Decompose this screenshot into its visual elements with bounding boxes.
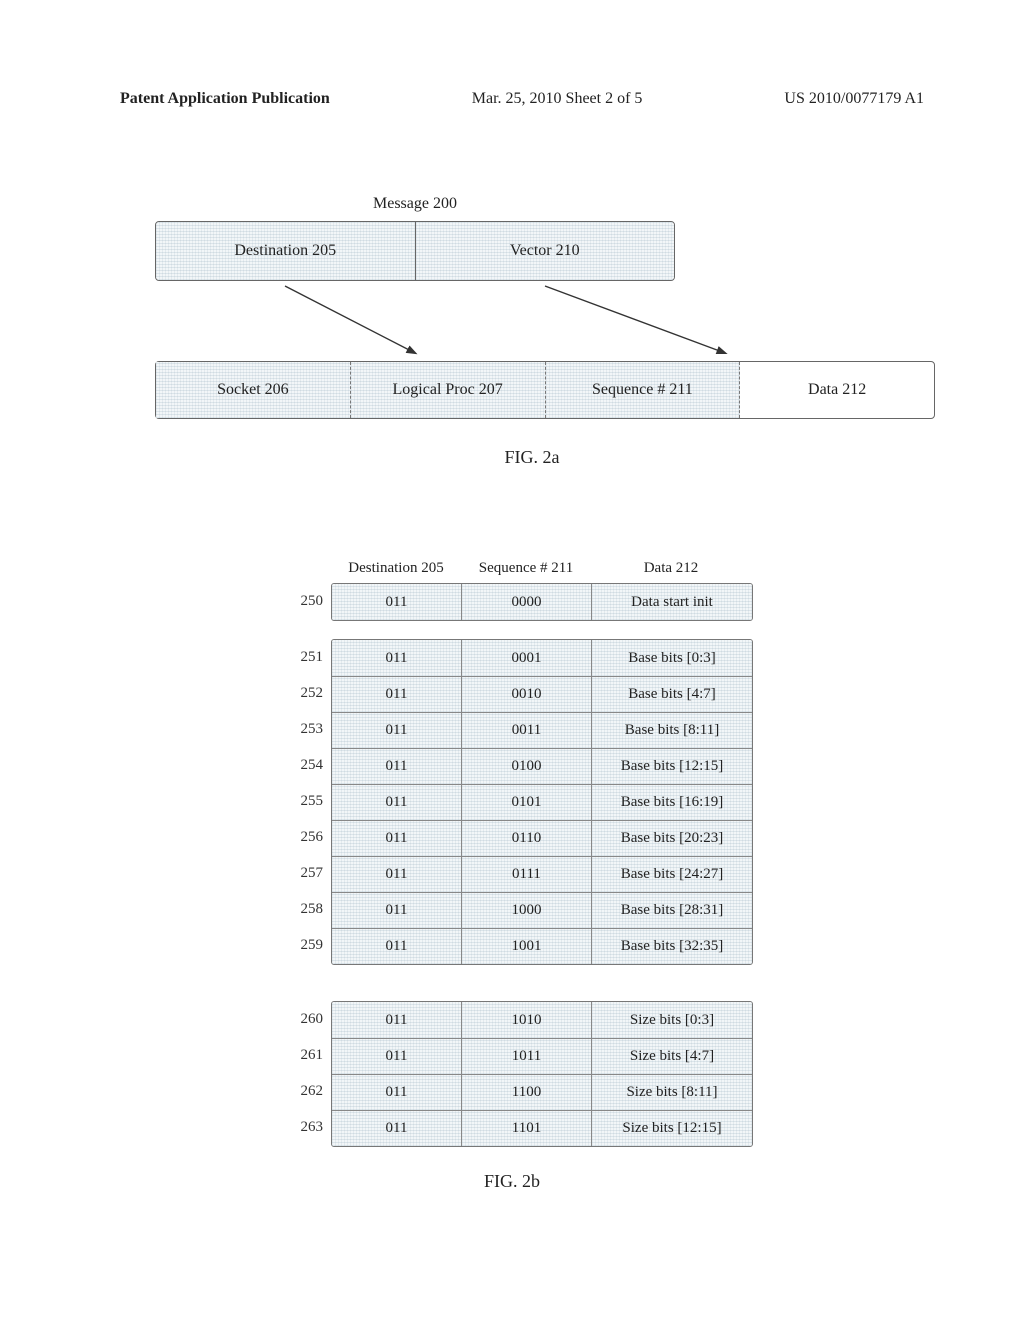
page-header: Patent Application Publication Mar. 25, … — [120, 90, 924, 108]
col-dest: Destination 205 — [331, 560, 461, 577]
message-destination-cell: Destination 205 — [156, 222, 416, 280]
cell-data: Data start init — [592, 584, 752, 620]
cell-data: Base bits [0:3] — [592, 640, 752, 676]
cell-dest: 011 — [332, 784, 462, 820]
cell-seq: 1001 — [462, 928, 592, 964]
cell-dest: 011 — [332, 1038, 462, 1074]
col-seq: Sequence # 211 — [461, 560, 591, 577]
cell-data: Base bits [20:23] — [592, 820, 752, 856]
row-label: 254 — [271, 747, 331, 783]
cell-seq: 0010 — [462, 676, 592, 712]
cell-dest: 011 — [332, 1110, 462, 1146]
group-3: 0111010Size bits [0:3] 0111011Size bits … — [331, 1001, 753, 1147]
figure-2b: Destination 205 Sequence # 211 Data 212 … — [0, 560, 1024, 1192]
cell-dest: 011 — [332, 584, 462, 620]
message-bottom-box: Socket 206 Logical Proc 207 Sequence # 2… — [155, 361, 935, 419]
cell-seq: 0011 — [462, 712, 592, 748]
message-vector-text: Vector 210 — [510, 242, 580, 260]
page: Patent Application Publication Mar. 25, … — [0, 0, 1024, 1320]
table-header: Destination 205 Sequence # 211 Data 212 — [271, 560, 753, 577]
header-mid: Mar. 25, 2010 Sheet 2 of 5 — [472, 90, 643, 108]
row-label: 250 — [271, 583, 331, 619]
cell-seq: 0001 — [462, 640, 592, 676]
group-3-wrap: 260 261 262 263 0111010Size bits [0:3] 0… — [271, 1001, 753, 1147]
cell-data: Base bits [8:11] — [592, 712, 752, 748]
cell-data: Base bits [24:27] — [592, 856, 752, 892]
figure-2b-table: Destination 205 Sequence # 211 Data 212 … — [271, 560, 753, 1147]
col-data: Data 212 — [591, 560, 751, 577]
cell-data: Base bits [28:31] — [592, 892, 752, 928]
cell-dest: 011 — [332, 712, 462, 748]
data-text: Data 212 — [808, 381, 866, 399]
row-label: 260 — [271, 1001, 331, 1037]
arrow-svg — [155, 281, 935, 361]
socket-text: Socket 206 — [217, 381, 289, 399]
message-vector-cell: Vector 210 — [416, 222, 675, 280]
cell-seq: 0100 — [462, 748, 592, 784]
cell-dest: 011 — [332, 856, 462, 892]
message-label: Message 200 — [155, 195, 675, 213]
cell-seq: 1100 — [462, 1074, 592, 1110]
row-label: 259 — [271, 927, 331, 963]
decomposition-arrows — [155, 281, 935, 361]
group-2-labels: 251 252 253 254 255 256 257 258 259 — [271, 639, 331, 965]
header-left: Patent Application Publication — [120, 90, 330, 108]
socket-cell: Socket 206 — [156, 362, 351, 418]
cell-data: Size bits [4:7] — [592, 1038, 752, 1074]
figure-2b-caption: FIG. 2b — [484, 1171, 540, 1192]
cell-data: Size bits [12:15] — [592, 1110, 752, 1146]
cell-dest: 011 — [332, 928, 462, 964]
message-destination-text: Destination 205 — [234, 242, 336, 260]
cell-data: Base bits [16:19] — [592, 784, 752, 820]
group-3-labels: 260 261 262 263 — [271, 1001, 331, 1147]
row-label: 256 — [271, 819, 331, 855]
cell-seq: 0000 — [462, 584, 592, 620]
row-label: 255 — [271, 783, 331, 819]
row-label: 253 — [271, 711, 331, 747]
cell-seq: 1011 — [462, 1038, 592, 1074]
row-label: 262 — [271, 1073, 331, 1109]
cell-seq: 0101 — [462, 784, 592, 820]
message-top-box: Destination 205 Vector 210 — [155, 221, 675, 281]
row-label: 261 — [271, 1037, 331, 1073]
row-label: 257 — [271, 855, 331, 891]
cell-dest: 011 — [332, 640, 462, 676]
cell-seq: 1000 — [462, 892, 592, 928]
header-right: US 2010/0077179 A1 — [784, 90, 924, 108]
group-2: 0110001Base bits [0:3] 0110010Base bits … — [331, 639, 753, 965]
row-label: 251 — [271, 639, 331, 675]
logical-proc-cell: Logical Proc 207 — [351, 362, 546, 418]
cell-seq: 0110 — [462, 820, 592, 856]
figure-2a: Message 200 Destination 205 Vector 210 — [0, 195, 1024, 468]
cell-seq: 1101 — [462, 1110, 592, 1146]
group-2-wrap: 251 252 253 254 255 256 257 258 259 0110… — [271, 639, 753, 965]
logical-proc-text: Logical Proc 207 — [393, 381, 503, 399]
sequence-text: Sequence # 211 — [592, 381, 693, 399]
sequence-cell: Sequence # 211 — [546, 362, 741, 418]
cell-data: Base bits [4:7] — [592, 676, 752, 712]
cell-seq: 1010 — [462, 1002, 592, 1038]
cell-dest: 011 — [332, 1002, 462, 1038]
cell-dest: 011 — [332, 676, 462, 712]
cell-data: Size bits [0:3] — [592, 1002, 752, 1038]
cell-data: Base bits [12:15] — [592, 748, 752, 784]
cell-dest: 011 — [332, 748, 462, 784]
group-1: 011 0000 Data start init — [331, 583, 753, 621]
cell-data: Base bits [32:35] — [592, 928, 752, 964]
table-row: 250 011 0000 Data start init — [271, 583, 753, 621]
cell-dest: 011 — [332, 1074, 462, 1110]
figure-2a-caption: FIG. 2a — [155, 447, 909, 468]
cell-dest: 011 — [332, 820, 462, 856]
cell-seq: 0111 — [462, 856, 592, 892]
row-label: 252 — [271, 675, 331, 711]
row-label: 263 — [271, 1109, 331, 1145]
data-cell: Data 212 — [740, 362, 934, 418]
cell-dest: 011 — [332, 892, 462, 928]
cell-data: Size bits [8:11] — [592, 1074, 752, 1110]
row-label: 258 — [271, 891, 331, 927]
